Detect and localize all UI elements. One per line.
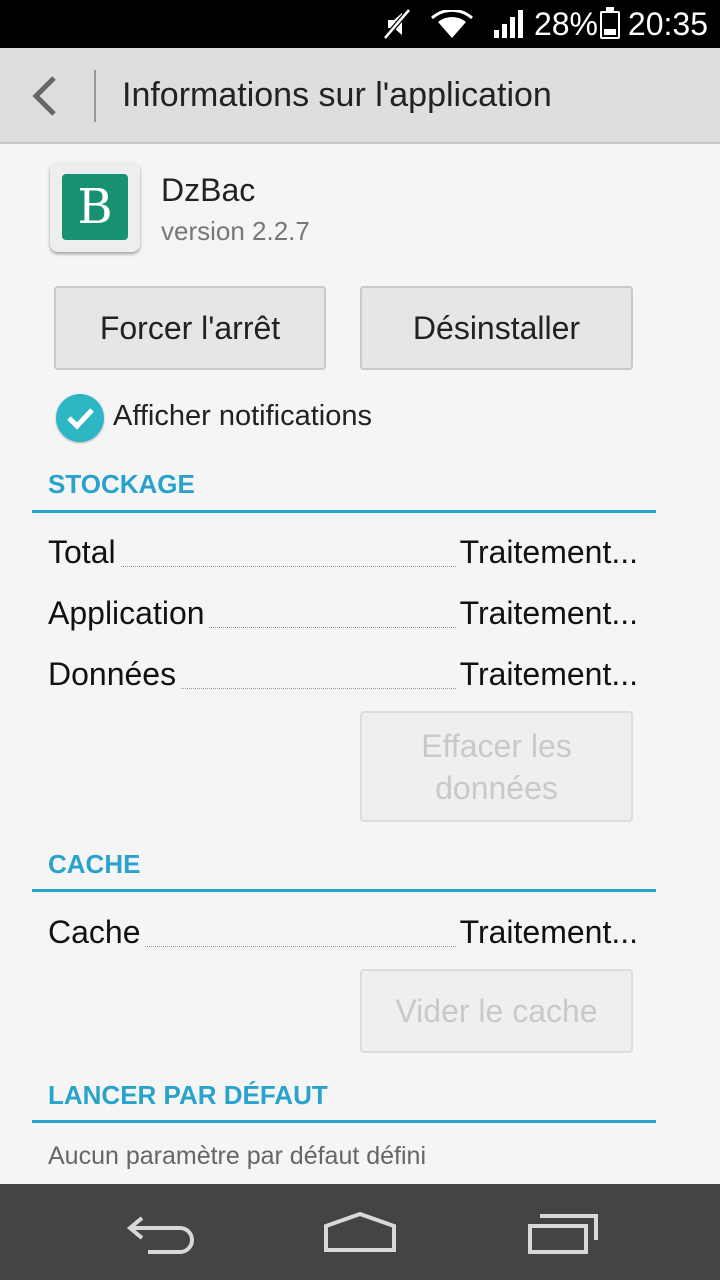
row-label: Total [48, 534, 120, 571]
app-name: DzBac [161, 172, 256, 208]
launch-default-text: Aucun paramètre par défaut défini [48, 1142, 427, 1170]
clear-data-label-line1: Effacer les [421, 728, 572, 764]
notifications-checkbox[interactable] [56, 394, 104, 442]
clock: 20:35 [627, 6, 708, 42]
row-label: Application [48, 595, 209, 632]
cache-row: Cache Traitement... [48, 914, 638, 954]
app-version: version 2.2.7 [161, 216, 310, 246]
check-icon [67, 408, 94, 430]
clear-data-button[interactable]: Effacer les données [360, 711, 633, 822]
chevron-left-icon[interactable] [20, 70, 70, 122]
mute-icon [383, 8, 411, 40]
storage-section-title: STOCKAGE [48, 469, 195, 499]
notifications-label: Afficher notifications [113, 400, 372, 432]
launch-default-section-divider [32, 1120, 656, 1123]
action-bar-divider [94, 70, 96, 122]
force-stop-button[interactable]: Forcer l'arrêt [54, 286, 326, 370]
page-title: Informations sur l'application [122, 76, 552, 114]
storage-row-application: Application Traitement... [48, 595, 638, 635]
home-icon[interactable] [320, 1208, 400, 1256]
app-icon: B [50, 162, 140, 252]
row-value: Traitement... [455, 534, 638, 571]
battery-icon [600, 7, 620, 39]
wifi-icon [431, 10, 473, 38]
clear-data-label-line2: données [435, 770, 558, 806]
row-value: Traitement... [455, 595, 638, 632]
status-bar: 28% 20:35 [0, 0, 720, 48]
row-label: Cache [48, 914, 145, 951]
signal-icon [494, 10, 523, 38]
storage-section-divider [32, 510, 656, 513]
uninstall-button[interactable]: Désinstaller [360, 286, 633, 370]
app-icon-letter: B [62, 174, 128, 240]
action-bar: Informations sur l'application [0, 48, 720, 144]
launch-default-section-title: LANCER PAR DÉFAUT [48, 1080, 328, 1110]
recents-icon[interactable] [520, 1208, 600, 1256]
storage-row-total: Total Traitement... [48, 534, 638, 574]
navigation-bar [0, 1184, 720, 1280]
cache-section-divider [32, 889, 656, 892]
row-value: Traitement... [455, 656, 638, 693]
battery-percent: 28% [533, 6, 598, 42]
storage-row-data: Données Traitement... [48, 656, 638, 696]
cache-section-title: CACHE [48, 849, 141, 879]
row-label: Données [48, 656, 181, 693]
back-icon[interactable] [120, 1208, 200, 1256]
clear-cache-button[interactable]: Vider le cache [360, 969, 633, 1053]
row-value: Traitement... [455, 914, 638, 951]
